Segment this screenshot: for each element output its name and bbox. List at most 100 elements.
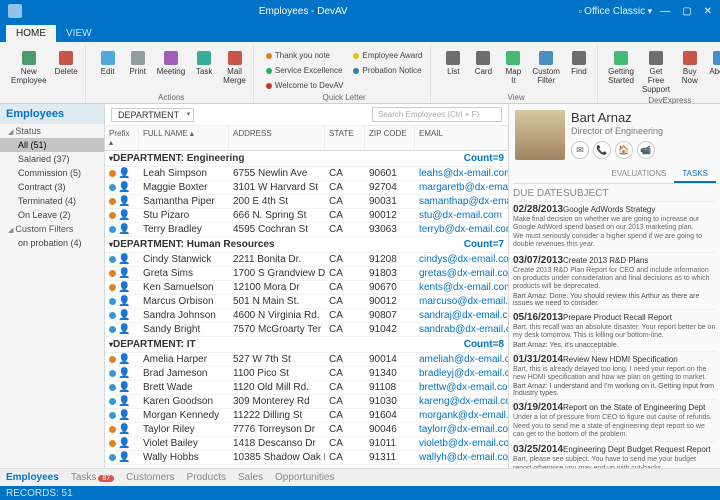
quick-probation-notice[interactable]: Probation Notice: [349, 63, 426, 78]
contact-button[interactable]: 📹: [637, 141, 655, 159]
table-row[interactable]: 👤Morgan Kennedy11222 Dilling StCA91604mo…: [105, 409, 508, 423]
sidebar-cat-status[interactable]: Status: [0, 124, 104, 138]
mail-icon: [226, 49, 244, 67]
buy-icon: [681, 49, 699, 67]
group-row[interactable]: ▾ DEPARTMENT: EngineeringCount=9: [105, 151, 508, 167]
delete-icon: [57, 49, 75, 67]
sidebar-item[interactable]: Contract (3): [0, 180, 104, 194]
groupby-dropdown[interactable]: DEPARTMENT: [111, 108, 194, 122]
ribbon-card[interactable]: Card: [469, 47, 497, 79]
sidebar-item[interactable]: Salaried (37): [0, 152, 104, 166]
col-header[interactable]: FULL NAME ▴: [139, 126, 229, 150]
detail-tab-tasks[interactable]: TASKS: [674, 166, 716, 183]
table-row[interactable]: 👤Maggie Boxter3101 W Harvard StCA92704ma…: [105, 181, 508, 195]
table-row[interactable]: 👤Violet Bailey1418 Descanso DrCA91011vio…: [105, 437, 508, 451]
contact-button[interactable]: 📞: [593, 141, 611, 159]
col-header[interactable]: EMAIL: [415, 126, 508, 150]
col-header[interactable]: Prefix ▴: [105, 126, 139, 150]
col-header[interactable]: ZIP CODE: [365, 126, 415, 150]
table-row[interactable]: 👤Marcus Orbison501 N Main St.CA90012marc…: [105, 295, 508, 309]
group-row[interactable]: ▾ DEPARTMENT: Human ResourcesCount=7: [105, 237, 508, 253]
ribbon-edit[interactable]: Edit: [94, 47, 122, 79]
group-row[interactable]: ▾ DEPARTMENT: ManagementCount=4: [105, 465, 508, 468]
task-item[interactable]: 01/31/2014Review New HDMI SpecificationB…: [513, 352, 716, 401]
ribbon-about[interactable]: About: [706, 47, 720, 79]
employee-grid[interactable]: Prefix ▴FULL NAME ▴ADDRESSSTATEZIP CODEE…: [105, 126, 508, 468]
quick-thank-you-note[interactable]: Thank you note: [262, 48, 348, 63]
sidebar-item[interactable]: Terminated (4): [0, 194, 104, 208]
ribbon-mail-merge[interactable]: MailMerge: [220, 47, 249, 88]
sidebar-item[interactable]: On Leave (2): [0, 208, 104, 222]
table-row[interactable]: 👤Sandy Bright7570 McGroarty TerCA91042sa…: [105, 323, 508, 337]
ribbon-print[interactable]: Print: [124, 47, 152, 79]
task-item[interactable]: 03/25/2014Engineering Dept Budget Reques…: [513, 442, 716, 468]
ribbon-delete[interactable]: Delete: [52, 47, 81, 79]
ribbon-tab-view[interactable]: VIEW: [56, 25, 102, 42]
table-row[interactable]: 👤Taylor Riley7776 Torreyson DrCA90046tay…: [105, 423, 508, 437]
meeting-icon: [162, 49, 180, 67]
table-row[interactable]: 👤Leah Simpson6755 Newlin AveCA90601leahs…: [105, 167, 508, 181]
quick-welcome-to-devav[interactable]: Welcome to DevAV: [262, 78, 348, 93]
table-row[interactable]: 👤Karen Goodson309 Monterey RdCA91030kare…: [105, 395, 508, 409]
quick-employee-award[interactable]: Employee Award: [349, 48, 426, 63]
about-icon: [711, 49, 720, 67]
nav-products[interactable]: Products: [187, 472, 226, 483]
close-icon[interactable]: ✕: [704, 6, 712, 17]
col-header[interactable]: ADDRESS: [229, 126, 325, 150]
window-title: Employees - DevAV: [28, 6, 578, 17]
sidebar-item[interactable]: on probation (4): [0, 236, 104, 250]
sidebar-item[interactable]: Commission (5): [0, 166, 104, 180]
ribbon-buy-now[interactable]: BuyNow: [676, 47, 704, 88]
group-row[interactable]: ▾ DEPARTMENT: ITCount=8: [105, 337, 508, 353]
table-row[interactable]: 👤Wally Hobbs10385 Shadow Oak DrCA91311wa…: [105, 451, 508, 465]
tasks-list[interactable]: DUE DATESUBJECT02/28/2013Google AdWords …: [509, 184, 720, 468]
table-row[interactable]: 👤Ken Samuelson12100 Mora DrCA90670kents@…: [105, 281, 508, 295]
get free-icon: [647, 49, 665, 67]
contact-button[interactable]: 🏠: [615, 141, 633, 159]
table-row[interactable]: 👤Amelia Harper527 W 7th StCA90014ameliah…: [105, 353, 508, 367]
table-row[interactable]: 👤Cindy Stanwick2211 Bonita Dr.CA91208cin…: [105, 253, 508, 267]
app-icon: [8, 4, 22, 18]
ribbon-new-employee[interactable]: NewEmployee: [8, 47, 50, 88]
card-icon: [474, 49, 492, 67]
ribbon-meeting[interactable]: Meeting: [154, 47, 188, 79]
nav-tasks[interactable]: Tasks87: [71, 472, 114, 483]
ribbon-find[interactable]: Find: [565, 47, 593, 79]
minimize-icon[interactable]: —: [660, 6, 670, 17]
contact-button[interactable]: ✉: [571, 141, 589, 159]
ribbon-map-it[interactable]: MapIt: [499, 47, 527, 88]
sidebar-cat-custom-filters[interactable]: Custom Filters: [0, 222, 104, 236]
ribbon-get-free-support[interactable]: Get FreeSupport: [638, 47, 674, 96]
nav-employees[interactable]: Employees: [6, 472, 59, 483]
task-item[interactable]: 03/07/2013Create 2013 R&D PlansCreate 20…: [513, 253, 716, 310]
ribbon-custom-filter[interactable]: CustomFilter: [529, 47, 563, 88]
table-row[interactable]: 👤Samantha Piper200 E 4th StCA90031samant…: [105, 195, 508, 209]
getting-icon: [612, 49, 630, 67]
ribbon-getting-started[interactable]: GettingStarted: [606, 47, 636, 88]
sidebar-item[interactable]: All (51): [0, 138, 104, 152]
task-item[interactable]: 03/19/2014Report on the State of Enginee…: [513, 400, 716, 442]
col-header[interactable]: STATE: [325, 126, 365, 150]
table-row[interactable]: 👤Brett Wade1120 Old Mill Rd.CA91108brett…: [105, 381, 508, 395]
ribbon-task[interactable]: Task: [190, 47, 218, 79]
table-row[interactable]: 👤Greta Sims1700 S Grandview Dr.CA91803gr…: [105, 267, 508, 281]
ribbon-tabs: HOMEVIEW: [0, 22, 720, 42]
task-item[interactable]: 02/28/2013Google AdWords StrategyMake fi…: [513, 202, 716, 253]
custom-icon: [537, 49, 555, 67]
detail-pane: Bart Arnaz Director of Engineering ✉📞🏠📹 …: [508, 104, 720, 468]
table-row[interactable]: 👤Terry Bradley4595 Cochran StCA93063terr…: [105, 223, 508, 237]
table-row[interactable]: 👤Stu Pizaro666 N. Spring StCA90012stu@dx…: [105, 209, 508, 223]
detail-tab-evaluations[interactable]: EVALUATIONS: [604, 166, 675, 183]
nav-sales[interactable]: Sales: [238, 472, 263, 483]
nav-customers[interactable]: Customers: [126, 472, 174, 483]
task-item[interactable]: 05/16/2013Prepare Product Recall ReportB…: [513, 310, 716, 352]
maximize-icon[interactable]: ▢: [682, 6, 691, 17]
skin-picker[interactable]: ▫ Office Classic ▾: [578, 6, 652, 17]
table-row[interactable]: 👤Brad Jameson1100 Pico StCA91340bradleyj…: [105, 367, 508, 381]
table-row[interactable]: 👤Sandra Johnson4600 N Virginia Rd.CA9080…: [105, 309, 508, 323]
ribbon-tab-home[interactable]: HOME: [6, 25, 56, 42]
quick-service-excellence[interactable]: Service Excellence: [262, 63, 348, 78]
ribbon-list[interactable]: List: [439, 47, 467, 79]
nav-opportunities[interactable]: Opportunities: [275, 472, 334, 483]
search-input[interactable]: Search Employees (Ctrl + F): [372, 107, 502, 122]
